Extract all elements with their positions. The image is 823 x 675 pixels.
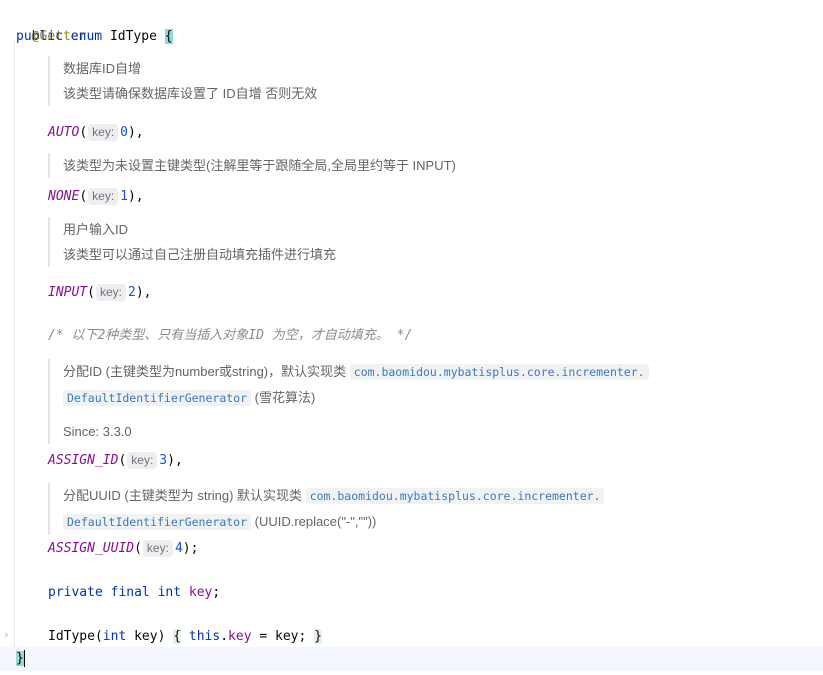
closing-line[interactable]: } xyxy=(16,648,25,670)
doc-text: (雪花算法) xyxy=(254,390,316,405)
field-declaration[interactable]: private final int key; xyxy=(48,582,220,604)
doc-since: Since: 3.3.0 xyxy=(63,424,132,439)
block-comment[interactable]: /* 以下2种类型、只有当插入对象ID 为空，才自动填充。 */ xyxy=(48,325,412,347)
this-keyword: this xyxy=(188,629,221,644)
param-type: int xyxy=(102,629,127,644)
constant-end: ), xyxy=(127,125,144,140)
constant-name: ASSIGN_ID xyxy=(48,453,119,468)
current-line-highlight xyxy=(0,647,823,671)
dot: . xyxy=(220,629,229,644)
doc-line: DefaultIdentifierGenerator (雪花算法) xyxy=(63,385,649,411)
enum-constant-assign-uuid[interactable]: ASSIGN_UUID(key: 4); xyxy=(48,538,198,560)
constant-value: 4 xyxy=(174,541,183,556)
assign-uuid-doc-comment: 分配UUID (主键类型为 string) 默认实现类 com.baomidou… xyxy=(48,483,605,535)
param-hint: key: xyxy=(88,188,119,205)
annotation-line[interactable]: @Getter xyxy=(16,4,87,44)
enum-name: IdType xyxy=(109,29,157,44)
class-reference[interactable]: DefaultIdentifierGenerator xyxy=(63,514,252,530)
constant-end: ); xyxy=(182,541,199,556)
enum-declaration[interactable]: public enum IdType { xyxy=(16,26,173,48)
doc-line: DefaultIdentifierGenerator (UUID.replace… xyxy=(63,509,604,535)
constant-name: ASSIGN_UUID xyxy=(48,541,135,556)
rbrace: } xyxy=(314,629,322,644)
fold-arrow-icon[interactable]: › xyxy=(3,628,10,641)
constant-name: INPUT xyxy=(48,285,88,300)
constant-value: 0 xyxy=(120,125,128,140)
doc-text: (UUID.replace("-","")) xyxy=(254,514,377,529)
constant-value: 2 xyxy=(127,285,136,300)
param-hint: key: xyxy=(142,540,173,557)
none-doc-comment: 该类型为未设置主键类型(注解里等于跟随全局,全局里约等于 INPUT) xyxy=(48,153,456,178)
assign-expr: = key; xyxy=(251,629,307,644)
assign-id-doc-comment: 分配ID (主键类型为number或string)，默认实现类 com.baom… xyxy=(48,359,649,444)
constant-name: AUTO xyxy=(48,125,80,140)
doc-line: 分配ID (主键类型为number或string)，默认实现类 com.baom… xyxy=(63,359,649,385)
field-ref: key xyxy=(228,629,252,644)
class-reference[interactable]: DefaultIdentifierGenerator xyxy=(63,390,252,406)
input-doc-comment: 用户输入ID 该类型可以通过自己注册自动填充插件进行填充 xyxy=(48,217,336,267)
closing-brace: } xyxy=(16,651,24,666)
int-keyword: int xyxy=(157,585,182,600)
enum-constant-assign-id[interactable]: ASSIGN_ID(key: 3), xyxy=(48,450,183,472)
enum-constant-input[interactable]: INPUT(key: 2), xyxy=(48,282,151,304)
enum-constant-none[interactable]: NONE(key: 1), xyxy=(48,186,144,208)
lbrace: { xyxy=(173,629,182,644)
text-caret xyxy=(23,650,25,667)
constant-end: ), xyxy=(135,285,152,300)
doc-line: 用户输入ID xyxy=(63,222,129,237)
private-keyword: private xyxy=(48,585,103,600)
open-brace: { xyxy=(164,29,173,44)
indent-guide xyxy=(14,40,15,650)
final-keyword: final xyxy=(110,585,150,600)
class-reference[interactable]: com.baomidou.mybatisplus.core.incremente… xyxy=(305,488,605,504)
field-name: key xyxy=(188,585,213,600)
constructor-line[interactable]: IdType(int key) { this.key = key; } xyxy=(48,626,322,648)
enum-keyword: enum xyxy=(70,29,103,44)
param-hint: key: xyxy=(127,452,158,469)
constant-value: 1 xyxy=(120,189,128,204)
doc-line: 该类型请确保数据库设置了 ID自增 否则无效 xyxy=(63,86,318,101)
doc-text: 分配UUID (主键类型为 string) 默认实现类 xyxy=(63,488,303,503)
param-name: key xyxy=(134,629,158,644)
param-hint: key: xyxy=(95,284,126,301)
constructor-name: IdType xyxy=(48,629,95,644)
doc-line: 该类型为未设置主键类型(注解里等于跟随全局,全局里约等于 INPUT) xyxy=(63,158,456,173)
public-keyword: public xyxy=(16,29,63,44)
constant-end: ), xyxy=(127,189,144,204)
enum-constant-auto[interactable]: AUTO(key: 0), xyxy=(48,122,144,144)
auto-doc-comment: 数据库ID自增 该类型请确保数据库设置了 ID自增 否则无效 xyxy=(48,56,317,106)
doc-line: 数据库ID自增 xyxy=(63,61,142,76)
paren-close: ) xyxy=(157,629,166,644)
paren-open: ( xyxy=(94,629,103,644)
semicolon: ; xyxy=(212,585,221,600)
class-reference[interactable]: com.baomidou.mybatisplus.core.incremente… xyxy=(349,364,649,380)
doc-line: 分配UUID (主键类型为 string) 默认实现类 com.baomidou… xyxy=(63,483,605,509)
constant-name: NONE xyxy=(48,189,80,204)
param-hint: key: xyxy=(88,124,119,141)
constant-value: 3 xyxy=(159,453,168,468)
doc-line: 该类型可以通过自己注册自动填充插件进行填充 xyxy=(63,247,337,262)
doc-text: 分配ID (主键类型为number或string)，默认实现类 xyxy=(63,364,347,379)
constant-end: ), xyxy=(167,453,183,468)
